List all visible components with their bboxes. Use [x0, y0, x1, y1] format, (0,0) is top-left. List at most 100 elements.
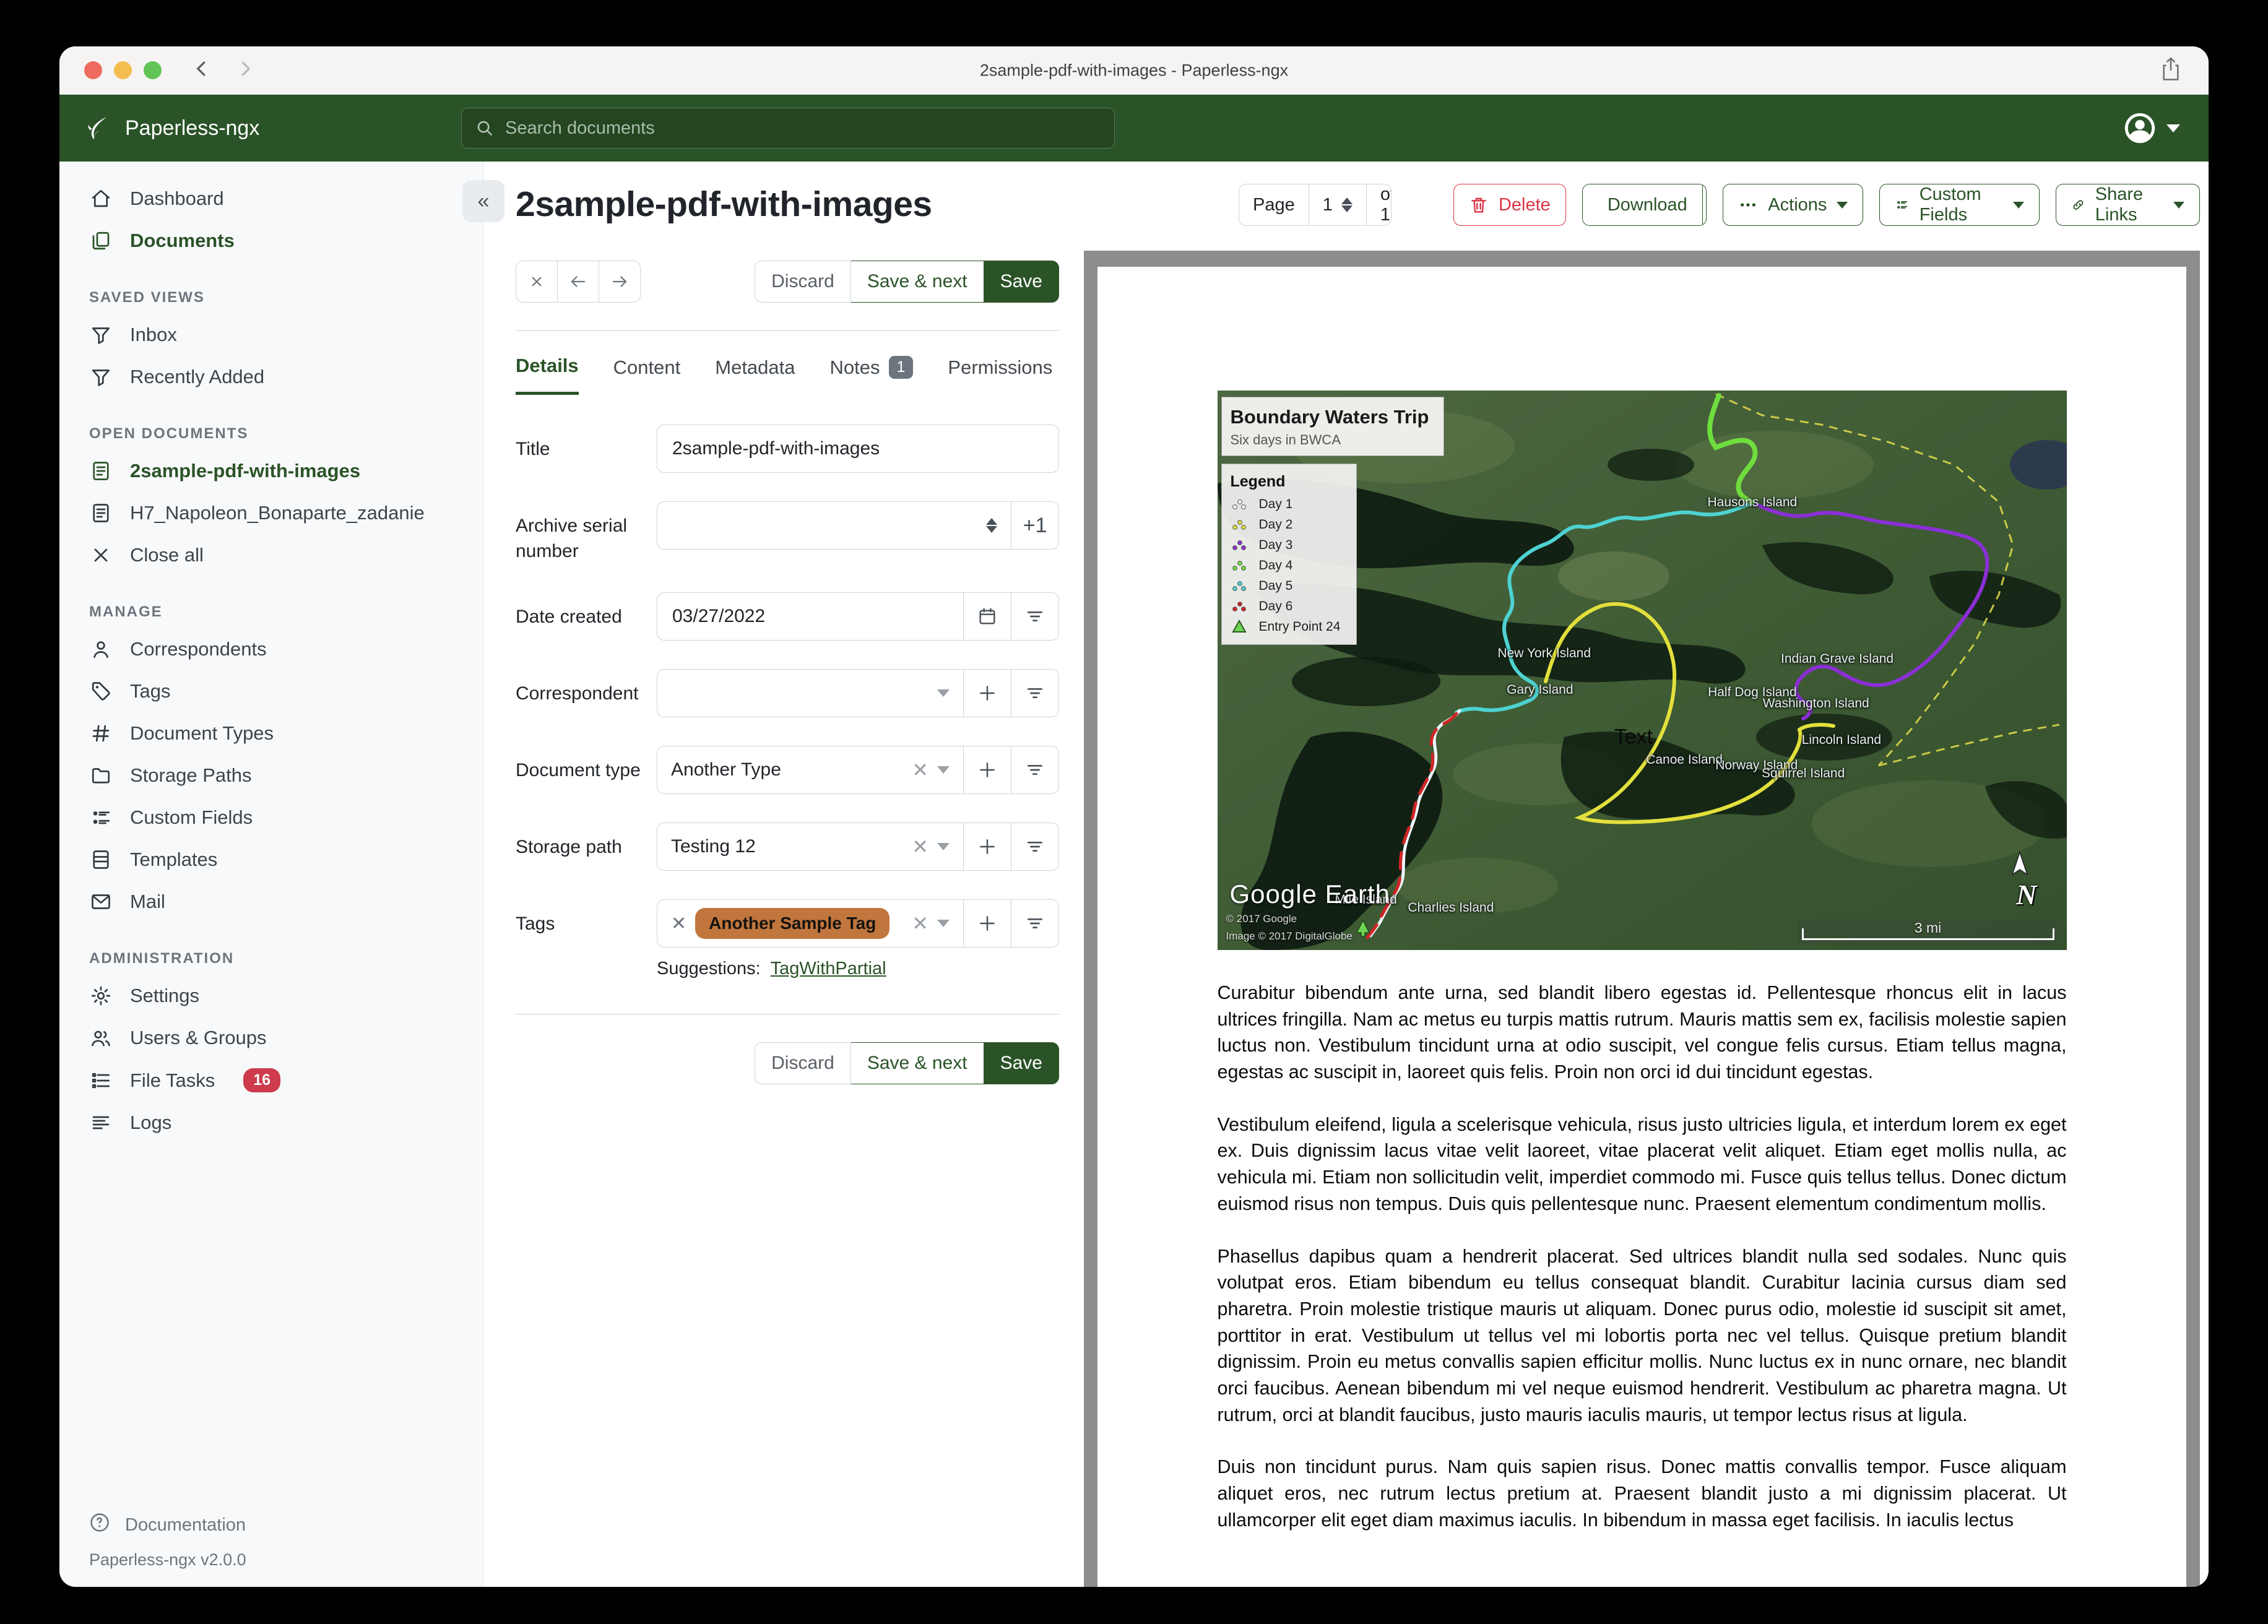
sidebar-item-close-all[interactable]: Close all: [59, 534, 483, 576]
page-stepper-icon[interactable]: [1341, 197, 1353, 212]
sidebar-item-documentation[interactable]: Documentation: [89, 1505, 483, 1545]
tab-notes[interactable]: Notes 1: [830, 355, 914, 395]
share-links-button[interactable]: Share Links: [2055, 184, 2200, 226]
tab-details[interactable]: Details: [516, 355, 579, 395]
asn-plus-one-button[interactable]: +1: [1011, 502, 1058, 549]
chevron-down-icon[interactable]: [937, 843, 950, 850]
clear-icon[interactable]: ✕: [912, 835, 928, 858]
save-and-next-button[interactable]: Save & next: [850, 261, 984, 303]
tags-filter-button[interactable]: [1011, 900, 1058, 947]
actions-menu-button[interactable]: Actions: [1723, 184, 1864, 226]
clear-icon[interactable]: ✕: [912, 912, 928, 935]
custom-fields-button[interactable]: Custom Fields: [1879, 184, 2040, 226]
sidebar-item-correspondents[interactable]: Correspondents: [59, 628, 483, 670]
add-correspondent-button[interactable]: [963, 670, 1011, 717]
sidebar-item-h7-napoleon-bonaparte-zadanie[interactable]: H7_Napoleon_Bonaparte_zadanie: [59, 492, 483, 534]
sidebar-item-settings[interactable]: Settings: [59, 975, 483, 1017]
sidebar-item-documents[interactable]: Documents: [59, 220, 483, 262]
storage-path-select[interactable]: Testing 12 ✕: [657, 823, 963, 870]
tab-permissions[interactable]: Permissions: [948, 355, 1052, 395]
date-filter-button[interactable]: [1011, 593, 1058, 640]
sidebar-item-inbox[interactable]: Inbox: [59, 314, 483, 356]
chevron-down-icon[interactable]: [937, 689, 950, 697]
map-subtitle: Six days in BWCA: [1230, 432, 1341, 447]
zoom-window-button[interactable]: [144, 61, 162, 79]
sidebar-item-label: Users & Groups: [130, 1027, 267, 1048]
avatar-icon: [2124, 113, 2155, 144]
island-label: Charlies Island: [1408, 901, 1494, 915]
user-menu[interactable]: [2122, 110, 2180, 146]
storage-path-filter-button[interactable]: [1011, 823, 1058, 870]
document-type-filter-button[interactable]: [1011, 746, 1058, 793]
legend-label: Day 6: [1258, 599, 1293, 613]
legend-item-day5: Day 5: [1231, 579, 1341, 594]
sidebar-item-storage-paths[interactable]: Storage Paths: [59, 754, 483, 797]
tag-chip[interactable]: Another Sample Tag: [695, 908, 890, 939]
sidebar-item-logs[interactable]: Logs: [59, 1102, 483, 1144]
sidebar-item-label: Document Types: [130, 722, 274, 744]
sidebar-item-custom-fields[interactable]: Custom Fields: [59, 797, 483, 839]
tab-content[interactable]: Content: [613, 355, 681, 395]
collapse-sidebar-button[interactable]: «: [462, 180, 504, 222]
pdf-viewer-frame[interactable]: Boundary Waters Trip Six days in BWCA Le…: [1084, 251, 2200, 1587]
sidebar-item-templates[interactable]: Templates: [59, 839, 483, 881]
delete-button[interactable]: Delete: [1453, 184, 1566, 226]
sidebar-item-label: Dashboard: [130, 188, 224, 209]
add-storage-path-button[interactable]: [963, 823, 1011, 870]
add-document-type-button[interactable]: [963, 746, 1011, 793]
app-brand[interactable]: Paperless-ngx: [84, 114, 259, 142]
clear-icon[interactable]: ✕: [912, 758, 928, 782]
close-window-button[interactable]: [84, 61, 102, 79]
number-stepper-icon[interactable]: [986, 518, 997, 533]
discard-button[interactable]: Discard: [755, 261, 851, 303]
minimize-window-button[interactable]: [114, 61, 132, 79]
search-icon: [477, 121, 493, 136]
asn-input[interactable]: [671, 514, 977, 537]
date-created-input[interactable]: [671, 605, 950, 628]
tab-metadata[interactable]: Metadata: [715, 355, 795, 395]
next-document-button[interactable]: [599, 261, 641, 303]
tag-suggestion-link[interactable]: TagWithPartial: [771, 959, 886, 979]
document-type-select[interactable]: Another Type ✕: [657, 746, 963, 793]
save-button-bottom[interactable]: Save: [984, 1042, 1059, 1084]
sidebar-item-tags[interactable]: Tags: [59, 670, 483, 712]
map-text-annotation: Text: [1614, 725, 1653, 749]
question-circle-icon: [89, 1512, 110, 1538]
title-input[interactable]: [671, 438, 1045, 460]
sidebar-item-document-types[interactable]: Document Types: [59, 712, 483, 754]
tags-select[interactable]: ✕ Another Sample Tag ✕: [657, 900, 963, 947]
previous-document-button[interactable]: [558, 261, 599, 303]
route-dots-icon: [1232, 499, 1246, 509]
share-icon[interactable]: [2160, 56, 2181, 84]
add-tag-button[interactable]: [963, 900, 1011, 947]
sidebar-item-file-tasks[interactable]: File Tasks 16: [59, 1059, 483, 1102]
save-and-next-button-bottom[interactable]: Save & next: [850, 1042, 984, 1084]
chevron-down-icon[interactable]: [937, 920, 950, 927]
chevron-down-icon[interactable]: [937, 766, 950, 774]
plus-icon: [980, 839, 995, 854]
sidebar-item-recently-added[interactable]: Recently Added: [59, 356, 483, 398]
correspondent-select[interactable]: [657, 670, 963, 717]
global-search[interactable]: [461, 108, 1115, 149]
sidebar-item-2sample-pdf-with-images[interactable]: 2sample-pdf-with-images: [59, 450, 483, 492]
download-button[interactable]: Download: [1582, 184, 1702, 225]
sidebar-section-header: SAVED VIEWS: [89, 289, 205, 306]
browser-back-icon[interactable]: [193, 59, 211, 81]
browser-forward-icon[interactable]: [236, 59, 254, 81]
close-document-button[interactable]: [516, 261, 558, 303]
discard-button-bottom[interactable]: Discard: [755, 1042, 851, 1084]
remove-tag-icon[interactable]: ✕: [671, 913, 686, 935]
download-options-button[interactable]: [1702, 184, 1707, 225]
sidebar-item-dashboard[interactable]: Dashboard: [59, 178, 483, 220]
document-type-field-label: Document type: [516, 760, 641, 780]
calendar-button[interactable]: [963, 593, 1011, 640]
save-button[interactable]: Save: [984, 261, 1059, 303]
correspondent-filter-button[interactable]: [1011, 670, 1058, 717]
island-label: New York Island: [1497, 646, 1591, 660]
search-input[interactable]: [504, 117, 1101, 139]
sidebar-item-users-groups[interactable]: Users & Groups: [59, 1017, 483, 1059]
plus-icon: [980, 916, 995, 931]
page-number-input[interactable]: 1: [1308, 184, 1366, 225]
legend-item-day2: Day 2: [1231, 517, 1341, 532]
sidebar-item-mail[interactable]: Mail: [59, 881, 483, 923]
